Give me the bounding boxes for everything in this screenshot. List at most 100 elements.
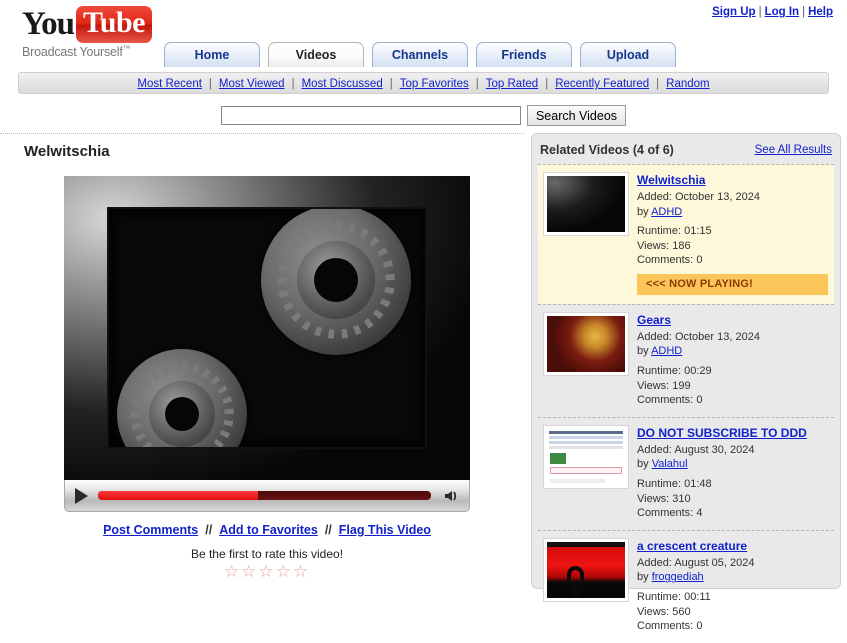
- search-videos-button[interactable]: Search Videos: [526, 105, 627, 126]
- video-author: by ADHD: [637, 205, 828, 220]
- logo-tagline-text: Broadcast Yourself: [22, 45, 123, 60]
- views-label: Views:: [637, 239, 670, 252]
- video-meta: Welwitschia Added: October 13, 2024 by A…: [637, 173, 828, 295]
- runtime-row: Runtime: 00:29: [637, 364, 828, 379]
- subnav-top-rated[interactable]: Top Rated: [486, 78, 538, 90]
- tab-home[interactable]: Home: [164, 42, 260, 67]
- runtime-value: 01:48: [684, 477, 712, 490]
- list-item[interactable]: DO NOT SUBSCRIBE TO DDD Added: August 30…: [538, 416, 834, 530]
- star-rating[interactable]: ☆☆☆☆☆: [64, 563, 470, 580]
- runtime-row: Runtime: 01:15: [637, 224, 828, 239]
- subnav-most-discussed[interactable]: Most Discussed: [302, 78, 383, 90]
- comments-label: Comments:: [637, 620, 694, 633]
- comments-value: 0: [696, 394, 703, 407]
- author-link[interactable]: ADHD: [651, 206, 682, 218]
- list-item[interactable]: Gears Added: October 13, 2024 by ADHD Ru…: [538, 303, 834, 417]
- comments-row: Comments: 0: [637, 393, 828, 408]
- thumb-detail: [549, 440, 623, 444]
- add-to-favorites-link[interactable]: Add to Favorites: [219, 523, 318, 537]
- logo-tagline: Broadcast Yourself™: [22, 44, 172, 59]
- star-5-icon[interactable]: ☆: [293, 562, 310, 581]
- views-row: Views: 186: [637, 239, 828, 254]
- video-meta: a crescent creature Added: August 05, 20…: [637, 539, 828, 634]
- thumb-detail: [550, 466, 622, 474]
- added-value: August 05, 2024: [674, 556, 755, 569]
- progress-bar[interactable]: [98, 491, 431, 500]
- views-value: 186: [672, 239, 691, 252]
- video-player[interactable]: Post Comments // Add to Favorites // Flag Th…: [64, 176, 470, 580]
- views-row: Views: 199: [637, 379, 828, 394]
- video-title-link[interactable]: DO NOT SUBSCRIBE TO DDD: [637, 426, 807, 442]
- subnav-most-viewed[interactable]: Most Viewed: [219, 78, 285, 90]
- comments-value: 0: [696, 254, 703, 267]
- comments-value: 4: [696, 507, 703, 520]
- video-added: Added: October 13, 2024: [637, 330, 828, 345]
- list-item[interactable]: Welwitschia Added: October 13, 2024 by A…: [538, 164, 834, 304]
- star-2-icon[interactable]: ☆: [241, 562, 258, 581]
- subnav-sep-2: |: [291, 78, 295, 90]
- tab-upload[interactable]: Upload: [580, 42, 676, 67]
- subnav-random[interactable]: Random: [666, 78, 709, 90]
- added-value: August 30, 2024: [674, 443, 755, 456]
- comments-label: Comments:: [637, 394, 694, 407]
- runtime-value: 01:15: [684, 225, 712, 238]
- tab-videos[interactable]: Videos: [268, 42, 364, 67]
- by-label: by: [637, 458, 649, 471]
- list-item[interactable]: a crescent creature Added: August 05, 20…: [538, 529, 834, 643]
- video-thumbnail[interactable]: [544, 312, 628, 375]
- views-row: Views: 560: [637, 605, 828, 620]
- progress-bar-fill: [98, 491, 258, 500]
- video-title-link[interactable]: Gears: [637, 313, 671, 329]
- thumb-detail: [549, 445, 623, 449]
- runtime-label: Runtime:: [637, 225, 682, 238]
- thumbnail-image: [547, 541, 625, 598]
- comments-row: Comments: 0: [637, 619, 828, 634]
- video-thumbnail[interactable]: [544, 425, 628, 488]
- video-added: Added: October 13, 2024: [637, 190, 828, 205]
- search-input[interactable]: [220, 106, 521, 125]
- logo-tm: ™: [122, 44, 131, 53]
- thumb-detail: [549, 435, 623, 439]
- by-label: by: [637, 345, 649, 358]
- subnav-most-recent[interactable]: Most Recent: [137, 78, 202, 90]
- see-all-results-link[interactable]: See All Results: [755, 144, 832, 156]
- added-label: Added:: [637, 330, 672, 343]
- page-header: Sign Up | Log In | Help You Tube Broadcast Y…: [0, 0, 847, 94]
- views-label: Views:: [637, 492, 670, 505]
- runtime-label: Runtime:: [637, 364, 682, 377]
- video-thumbnail[interactable]: [544, 538, 628, 601]
- author-link[interactable]: Valahul: [652, 458, 688, 470]
- video-title-link[interactable]: a crescent creature: [637, 539, 747, 555]
- rating-prompt: Be the first to rate this video!: [190, 547, 344, 561]
- sign-up-link[interactable]: Sign Up: [712, 6, 755, 18]
- subnav-top-favorites[interactable]: Top Favorites: [400, 78, 469, 90]
- video-thumbnail[interactable]: [544, 173, 628, 235]
- log-in-link[interactable]: Log In: [765, 6, 800, 18]
- subnav-sep-6: |: [656, 78, 660, 90]
- thumb-detail: [550, 452, 566, 464]
- video-author: by froggediah: [637, 570, 828, 585]
- added-value: October 13, 2024: [674, 330, 760, 343]
- added-value: October 13, 2024: [674, 190, 760, 203]
- flag-this-video-link[interactable]: Flag This Video: [339, 523, 431, 537]
- logo-row: You Tube: [22, 6, 172, 43]
- video-meta: Gears Added: October 13, 2024 by ADHD Ru…: [637, 313, 828, 408]
- tab-friends[interactable]: Friends: [476, 42, 572, 67]
- related-videos-list: Welwitschia Added: October 13, 2024 by A…: [538, 164, 834, 643]
- star-3-icon[interactable]: ☆: [258, 562, 275, 581]
- help-link[interactable]: Help: [808, 6, 833, 18]
- youtube-logo[interactable]: You Tube Broadcast Yourself™: [22, 6, 172, 59]
- play-icon[interactable]: [75, 487, 88, 504]
- subnav-recently-featured[interactable]: Recently Featured: [555, 78, 649, 90]
- video-title-link[interactable]: Welwitschia: [637, 173, 705, 189]
- volume-icon[interactable]: [443, 488, 459, 504]
- related-videos-panel: Related Videos (4 of 6) See All Results …: [531, 133, 841, 632]
- star-4-icon[interactable]: ☆: [276, 562, 293, 581]
- post-comments-link[interactable]: Post Comments: [103, 523, 198, 537]
- tab-channels[interactable]: Channels: [372, 42, 468, 67]
- author-link[interactable]: ADHD: [651, 345, 682, 357]
- video-action-links: Post Comments // Add to Favorites // Flag Th…: [64, 523, 470, 537]
- star-1-icon[interactable]: ☆: [224, 562, 241, 581]
- author-link[interactable]: froggediah: [652, 571, 704, 583]
- video-screen[interactable]: [64, 176, 470, 480]
